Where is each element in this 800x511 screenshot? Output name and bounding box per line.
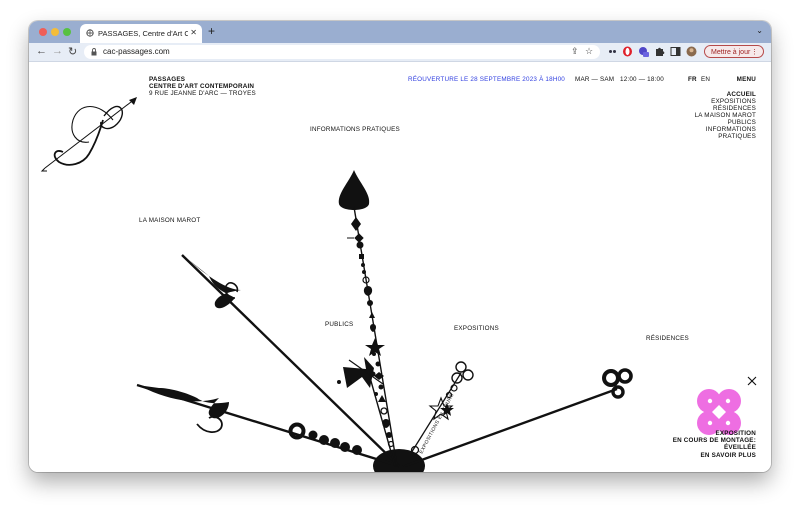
- maximize-window-dot[interactable]: [63, 28, 71, 36]
- lang-en[interactable]: EN: [701, 76, 710, 83]
- chain-informations-pratiques: [338, 170, 398, 467]
- menu-item-pratiques[interactable]: PRATIQUES: [718, 133, 756, 140]
- opera-icon[interactable]: [622, 46, 633, 57]
- lang-fr[interactable]: FR: [688, 76, 697, 83]
- promo-learn-more-link[interactable]: EN SAVOIR PLUS: [700, 452, 756, 459]
- browser-tab[interactable]: PASSAGES, Centre d'Art Contem ✕: [80, 24, 202, 43]
- menu-toggle[interactable]: MENU: [737, 76, 756, 83]
- tab-search-icon[interactable]: ⌄: [756, 26, 763, 35]
- menu-item-accueil[interactable]: ACCUEIL: [727, 91, 756, 98]
- puzzle-icon[interactable]: [654, 46, 665, 57]
- back-icon[interactable]: ←: [36, 45, 47, 57]
- url-text: cac-passages.com: [103, 47, 170, 56]
- new-tab-icon[interactable]: +: [208, 24, 215, 38]
- lock-icon: [91, 48, 97, 56]
- opening-hours: 12:00 — 18:00: [620, 76, 664, 83]
- reload-icon[interactable]: ↻: [68, 45, 77, 58]
- menu-item-maison-marot[interactable]: LA MAISON MAROT: [695, 112, 756, 119]
- browser-window: PASSAGES, Centre d'Art Contem ✕ + ⌄ ← → …: [29, 21, 771, 472]
- browser-toolbar: ← → ↻ cac-passages.com ⇪ ☆ Mettre à jour…: [29, 43, 771, 62]
- menu-item-residences[interactable]: RÉSIDENCES: [713, 105, 756, 112]
- reopening-announcement[interactable]: RÉOUVERTURE LE 28 SEPTEMBRE 2023 À 18H00: [408, 76, 565, 83]
- promo-status: EN COURS DE MONTAGE:: [672, 437, 756, 444]
- bookmark-star-icon[interactable]: ☆: [585, 46, 593, 57]
- promo-flower: [697, 389, 741, 435]
- label-informations-pratiques[interactable]: INFORMATIONS PRATIQUES: [310, 126, 400, 133]
- arrow-la-maison-marot: [179, 252, 400, 467]
- close-tab-icon[interactable]: ✕: [190, 28, 197, 37]
- update-button-label: Mettre à jour: [711, 49, 751, 56]
- address-bar[interactable]: cac-passages.com ⇪ ☆: [84, 45, 600, 59]
- extension-badge-icon[interactable]: [638, 46, 649, 57]
- close-promo-icon: [747, 376, 757, 386]
- minimize-window-dot[interactable]: [51, 28, 59, 36]
- label-la-maison-marot[interactable]: LA MAISON MAROT: [139, 217, 200, 224]
- promo-title: EXPOSITION: [715, 430, 756, 437]
- more-menu-icon: ⋮: [751, 49, 758, 56]
- menu-item-publics[interactable]: PUBLICS: [728, 119, 756, 126]
- close-window-dot[interactable]: [39, 28, 47, 36]
- compass-artwork: EXPOSITIONS EN COURS: [40, 97, 757, 472]
- label-residences[interactable]: RÉSIDENCES: [646, 335, 689, 342]
- tab-bar: PASSAGES, Centre d'Art Contem ✕ + ⌄: [29, 21, 771, 43]
- promo-exhibition-name: ÉVEILLÉE: [723, 444, 756, 451]
- share-icon[interactable]: ⇪: [571, 46, 579, 57]
- globe-icon: [86, 29, 94, 37]
- logo-p: [40, 97, 137, 172]
- menu-item-informations[interactable]: INFORMATIONS: [706, 126, 756, 133]
- menu-item-expositions[interactable]: EXPOSITIONS: [711, 98, 756, 105]
- page-content: EXPOSITIONS EN COURS PASSAGES CENTRE D'A…: [29, 62, 771, 472]
- brand-address: 9 RUE JEANNE D'ARC — TROYES: [149, 90, 256, 97]
- sidebar-icon[interactable]: [670, 46, 681, 57]
- forward-icon[interactable]: →: [52, 45, 63, 57]
- opening-days: MAR — SAM: [575, 76, 615, 83]
- label-expositions[interactable]: EXPOSITIONS: [454, 325, 499, 332]
- extension-dots-icon[interactable]: [607, 46, 618, 57]
- update-button[interactable]: Mettre à jour ⋮: [704, 45, 764, 58]
- label-publics[interactable]: PUBLICS: [325, 321, 353, 328]
- rotated-chain-text: EXPOSITIONS EN COURS: [418, 392, 455, 455]
- profile-avatar-icon[interactable]: [686, 46, 697, 57]
- tab-title: PASSAGES, Centre d'Art Contem: [98, 29, 188, 38]
